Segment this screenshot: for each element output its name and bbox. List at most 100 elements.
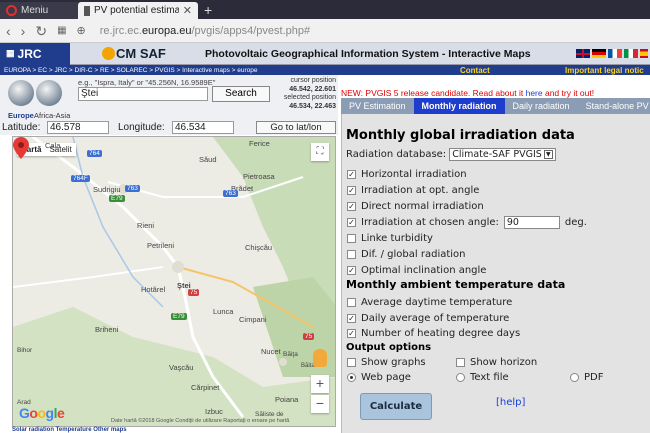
checkbox[interactable] xyxy=(347,250,356,259)
europe-globe-icon[interactable] xyxy=(8,80,34,106)
contact-link[interactable]: Contact xyxy=(460,66,490,75)
goto-latlon-button[interactable]: Go to lat/lon xyxy=(256,121,336,134)
longitude-label: Longitude: xyxy=(118,122,165,133)
breadcrumb: EUROPA > EC > JRC > DIR-C > RE > SOLAREC… xyxy=(0,65,650,75)
map-place-label: Ferice xyxy=(249,139,270,148)
back-icon[interactable]: ‹ xyxy=(6,24,11,38)
radiation-database-label: Radiation database: xyxy=(346,149,447,160)
option-opt-angle-irradiation[interactable]: ✓ Irradiation at opt. angle xyxy=(347,185,479,196)
latitude-input[interactable]: 46.578 xyxy=(47,121,109,134)
africa-asia-globe-icon[interactable] xyxy=(36,80,62,106)
map-layer-tabs[interactable]: Solar radiation Temperature Other maps xyxy=(12,427,336,433)
grid-icon[interactable]: ▦ xyxy=(57,24,66,38)
checkbox[interactable] xyxy=(456,358,465,367)
checkbox[interactable]: ✓ xyxy=(347,186,356,195)
map-place-label: Lunca xyxy=(213,307,234,316)
zoom-in-button[interactable]: + xyxy=(311,375,329,393)
map-place-label: Sudrigiu xyxy=(93,185,121,194)
calculate-button[interactable]: Calculate xyxy=(360,393,432,420)
help-link[interactable]: [help] xyxy=(496,397,525,408)
browser-tab-menu[interactable]: Meniu xyxy=(0,2,78,19)
map-view[interactable]: Hartă Satelit ⛶ Cala Ferice Săud Sudrigi… xyxy=(12,136,336,427)
option-linke-turbidity[interactable]: Linke turbidity xyxy=(347,233,433,244)
url-bar[interactable]: re.jrc.ec.europa.eu/pvgis/apps4/pvest.ph… xyxy=(100,25,310,37)
road-number-badge: 75 xyxy=(303,333,315,340)
option-dif-global-radiation[interactable]: Dif. / global radiation xyxy=(347,249,466,260)
checkbox[interactable] xyxy=(347,234,356,243)
search-area: Europe Africa-Asia e.g., "Ispra, Italy" … xyxy=(0,75,338,121)
option-optimal-inclination[interactable]: ✓ Optimal inclination angle xyxy=(347,265,486,276)
forward-icon[interactable]: › xyxy=(21,24,26,38)
breadcrumb-links[interactable]: EUROPA > EC > JRC > DIR-C > RE > SOLAREC… xyxy=(4,67,257,74)
flag-es-icon[interactable] xyxy=(640,49,648,58)
option-direct-normal-irradiation[interactable]: ✓ Direct normal irradiation xyxy=(347,201,484,212)
checkbox[interactable]: ✓ xyxy=(347,218,356,227)
map-place-label: Vaşcău xyxy=(169,363,194,372)
google-logo[interactable]: Google xyxy=(19,405,65,421)
news-try-link[interactable]: try it out! xyxy=(562,88,595,98)
flag-uk-icon[interactable] xyxy=(576,49,590,58)
street-view-pegman-icon[interactable] xyxy=(313,349,327,367)
checkbox[interactable]: ✓ xyxy=(347,314,356,323)
fullscreen-icon[interactable]: ⛶ xyxy=(311,143,329,161)
map-place-label: Săud xyxy=(199,155,217,164)
road-number-badge: 763 xyxy=(125,185,140,192)
checkbox[interactable] xyxy=(347,298,356,307)
monthly-radiation-panel: Monthly global irradiation data Radiatio… xyxy=(341,114,650,433)
reload-icon[interactable]: ↻ xyxy=(35,24,47,38)
flag-it-icon[interactable] xyxy=(624,49,638,58)
location-pin-icon[interactable] xyxy=(13,137,29,159)
option-chosen-angle-irradiation[interactable]: ✓ Irradiation at chosen angle: 90 deg. xyxy=(347,216,587,229)
flag-de-icon[interactable] xyxy=(592,49,606,58)
map-place-label: Bihor xyxy=(17,347,33,354)
site-info-icon[interactable]: ⊕ xyxy=(77,24,86,38)
map-place-label: Cala xyxy=(45,141,61,150)
region-africa-asia-link[interactable]: Africa-Asia xyxy=(34,111,70,120)
option-show-horizon[interactable]: Show horizon xyxy=(456,357,537,368)
jrc-logo[interactable]: ▦ JRC xyxy=(0,42,70,65)
option-heating-degree-days[interactable]: ✓ Number of heating degree days xyxy=(347,328,520,339)
output-text-file[interactable]: Text file xyxy=(456,372,509,383)
search-input[interactable]: Ştei xyxy=(78,87,208,101)
longitude-input[interactable]: 46.534 xyxy=(172,121,234,134)
browser-tab-pvgis[interactable]: PV potential estimation ut ✕ xyxy=(78,2,198,19)
radio[interactable] xyxy=(456,373,465,382)
news-here-link[interactable]: here xyxy=(526,88,543,98)
radio[interactable] xyxy=(347,373,356,382)
tab-daily-radiation[interactable]: Daily radiation xyxy=(505,98,578,114)
option-daily-average-temperature[interactable]: ✓ Daily average of temperature xyxy=(347,313,509,324)
search-button[interactable]: Search xyxy=(212,86,270,102)
chevron-down-icon: ▼ xyxy=(543,150,553,159)
new-tab-button[interactable]: + xyxy=(198,2,218,19)
checkbox[interactable]: ✓ xyxy=(347,329,356,338)
road-number-badge: 764 xyxy=(87,150,102,157)
output-pdf[interactable]: PDF xyxy=(570,372,603,383)
flag-fr-icon[interactable] xyxy=(608,49,622,58)
zoom-out-button[interactable]: − xyxy=(311,395,329,413)
map-place-label: Rieni xyxy=(137,221,155,230)
checkbox[interactable]: ✓ xyxy=(347,266,356,275)
option-horizontal-irradiation[interactable]: ✓ Horizontal irradiation xyxy=(347,169,467,180)
angle-input[interactable]: 90 xyxy=(503,216,560,229)
legal-notice-link[interactable]: Important legal notic xyxy=(565,66,644,75)
checkbox[interactable] xyxy=(347,358,356,367)
map-attribution[interactable]: Date hartă ©2018 Google Condiţii de util… xyxy=(111,418,289,424)
tab-monthly-radiation[interactable]: Monthly radiation xyxy=(413,98,505,114)
road-number-badge: E79 xyxy=(171,313,187,320)
close-tab-icon[interactable]: ✕ xyxy=(183,4,192,17)
map-place-label: Săliste de xyxy=(255,411,284,418)
cmsaf-logo[interactable]: CM SAF xyxy=(70,46,166,61)
map-place-label: Băiţa xyxy=(283,351,298,358)
region-europe-link[interactable]: Europe xyxy=(8,111,34,120)
map-place-label: Cărpinet xyxy=(191,383,220,392)
output-web-page[interactable]: Web page xyxy=(347,372,411,383)
checkbox[interactable]: ✓ xyxy=(347,170,356,179)
option-average-daytime-temperature[interactable]: Average daytime temperature xyxy=(347,297,512,308)
tab-standalone-pv[interactable]: Stand-alone PV xyxy=(578,98,650,114)
checkbox[interactable]: ✓ xyxy=(347,202,356,211)
radio[interactable] xyxy=(570,373,579,382)
panel-title: Monthly global irradiation data xyxy=(346,128,575,143)
option-show-graphs[interactable]: Show graphs xyxy=(347,357,426,368)
radiation-database-select[interactable]: Climate-SAF PVGIS ▼ xyxy=(449,148,556,161)
tab-pv-estimation[interactable]: PV Estimation xyxy=(341,98,414,114)
